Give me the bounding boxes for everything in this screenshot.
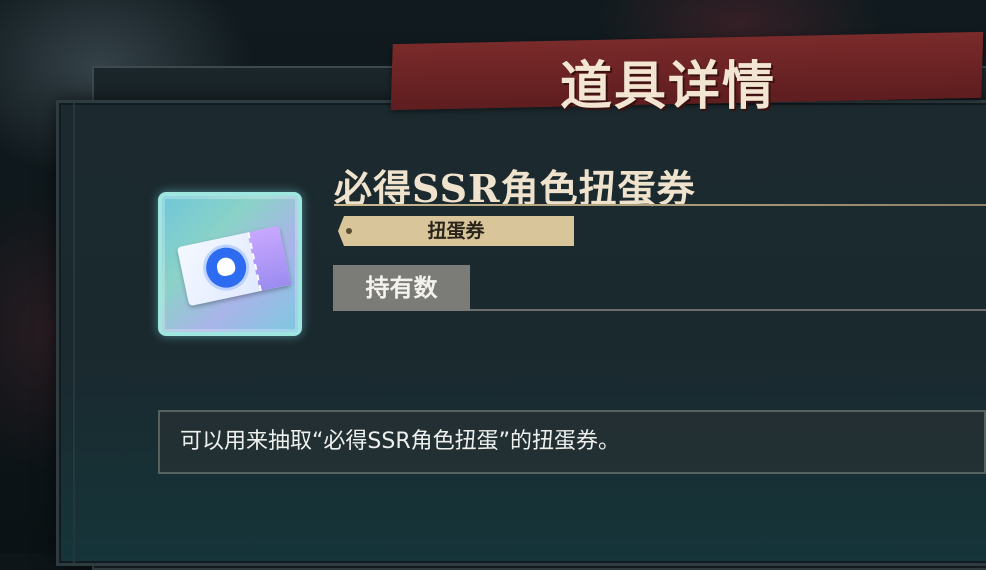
owned-divider: [470, 309, 986, 311]
page-title: 道具详情: [560, 56, 777, 117]
item-type-tag: 扭蛋券: [338, 216, 574, 246]
emblem-icon: [202, 243, 250, 292]
item-description: 可以用来抽取“必得SSR角色扭蛋”的扭蛋券。: [158, 410, 986, 474]
ticket-stub: [247, 225, 292, 292]
item-icon-frame: [158, 192, 302, 336]
name-divider: [334, 204, 986, 206]
gacha-ticket-icon: [176, 225, 292, 307]
owned-count-label: 持有数: [333, 265, 470, 311]
